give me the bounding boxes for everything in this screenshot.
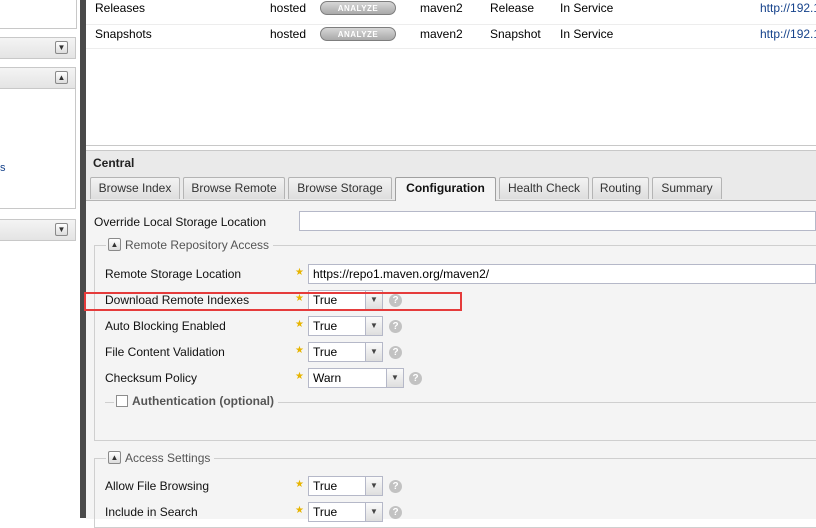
collapse-icon[interactable]: ▲ xyxy=(108,451,121,465)
remote-location-input[interactable] xyxy=(308,264,816,284)
repo-policy: Release xyxy=(490,1,535,15)
configuration-form: Override Local Storage Location ▲ Remote … xyxy=(86,201,816,528)
required-star-icon: ★ xyxy=(295,371,304,382)
repo-url[interactable]: http://192.1 xyxy=(760,26,816,42)
collapse-icon[interactable]: ▲ xyxy=(55,71,68,84)
tab-strip: Browse Index Browse Remote Browse Storag… xyxy=(86,177,816,201)
help-icon[interactable]: ? xyxy=(389,346,402,359)
include-search-value: True xyxy=(313,505,338,519)
expand-icon[interactable]: ▼ xyxy=(55,223,68,236)
chevron-down-icon[interactable]: ▼ xyxy=(365,477,382,495)
file-browsing-select[interactable]: True ▼ xyxy=(308,476,383,496)
chevron-down-icon[interactable]: ▼ xyxy=(386,369,403,387)
auto-blocking-select[interactable]: True ▼ xyxy=(308,316,383,336)
sidebar-panel-top xyxy=(0,0,77,29)
required-star-icon: ★ xyxy=(295,319,304,330)
required-star-icon: ★ xyxy=(295,267,304,278)
tab-browse-index[interactable]: Browse Index xyxy=(90,177,180,199)
repo-format: maven2 xyxy=(420,1,463,15)
access-settings-legend-text: Access Settings xyxy=(125,451,211,465)
repo-name: Releases xyxy=(95,1,146,15)
authentication-checkbox[interactable] xyxy=(116,394,128,407)
repo-type: hosted xyxy=(270,1,307,15)
sidebar-link[interactable]: s xyxy=(0,162,6,174)
sidebar-section-header-2[interactable]: ▲ xyxy=(0,67,76,89)
table-row[interactable]: Releases hosted ANALYZE maven2 Release I… xyxy=(86,0,816,25)
include-search-label: Include in Search xyxy=(105,505,198,519)
table-row[interactable]: Snapshots hosted ANALYZE maven2 Snapshot… xyxy=(86,24,816,49)
include-search-select[interactable]: True ▼ xyxy=(308,502,383,522)
remote-access-legend-text: Remote Repository Access xyxy=(125,238,270,252)
override-location-input[interactable] xyxy=(299,211,816,231)
remote-access-legend[interactable]: ▲ Remote Repository Access xyxy=(106,238,274,253)
tab-configuration[interactable]: Configuration xyxy=(395,177,496,201)
access-settings-legend[interactable]: ▲ Access Settings xyxy=(106,451,215,466)
tab-browse-remote[interactable]: Browse Remote xyxy=(183,177,285,199)
tab-summary[interactable]: Summary xyxy=(652,177,722,199)
help-icon[interactable]: ? xyxy=(389,506,402,519)
repo-status: In Service xyxy=(560,1,614,15)
chevron-down-icon[interactable]: ▼ xyxy=(365,343,382,361)
file-browsing-value: True xyxy=(313,479,338,493)
sidebar-section-header-3[interactable]: ▼ xyxy=(0,219,76,241)
repo-policy: Snapshot xyxy=(490,27,541,41)
repo-url[interactable]: http://192.1 xyxy=(760,0,816,16)
authentication-legend-text: Authentication (optional) xyxy=(132,394,274,408)
repo-name: Snapshots xyxy=(95,27,152,41)
file-validation-value: True xyxy=(313,345,338,359)
required-star-icon: ★ xyxy=(295,345,304,356)
help-icon[interactable]: ? xyxy=(389,320,402,333)
auto-blocking-value: True xyxy=(313,319,338,333)
sidebar-section-body xyxy=(0,89,76,209)
highlight-box xyxy=(84,292,462,311)
help-icon[interactable]: ? xyxy=(389,480,402,493)
tab-health-check[interactable]: Health Check xyxy=(499,177,589,199)
override-location-label: Override Local Storage Location xyxy=(94,215,267,229)
required-star-icon: ★ xyxy=(295,479,304,490)
help-icon[interactable]: ? xyxy=(409,372,422,385)
remote-location-label: Remote Storage Location xyxy=(105,267,242,281)
checksum-policy-value: Warn xyxy=(313,371,342,385)
analyze-button[interactable]: ANALYZE xyxy=(320,27,396,41)
chevron-down-icon[interactable]: ▼ xyxy=(365,317,382,335)
authentication-legend[interactable]: Authentication (optional) xyxy=(114,394,278,408)
chevron-down-icon[interactable]: ▼ xyxy=(365,503,382,521)
auto-blocking-label: Auto Blocking Enabled xyxy=(105,319,226,333)
panel-title: Central xyxy=(93,156,135,170)
repository-detail-panel: Central Browse Index Browse Remote Brows… xyxy=(86,150,816,528)
analyze-button[interactable]: ANALYZE xyxy=(320,1,396,15)
sidebar-section-header-1[interactable]: ▼ xyxy=(0,37,76,59)
file-validation-label: File Content Validation xyxy=(105,345,225,359)
repo-type: hosted xyxy=(270,27,307,41)
expand-icon[interactable]: ▼ xyxy=(55,41,68,54)
file-browsing-label: Allow File Browsing xyxy=(105,479,210,493)
repository-table: Releases hosted ANALYZE maven2 Release I… xyxy=(86,0,816,146)
tab-routing[interactable]: Routing xyxy=(592,177,649,199)
file-validation-select[interactable]: True ▼ xyxy=(308,342,383,362)
required-star-icon: ★ xyxy=(295,505,304,516)
collapse-icon[interactable]: ▲ xyxy=(108,238,121,252)
repo-format: maven2 xyxy=(420,27,463,41)
tab-browse-storage[interactable]: Browse Storage xyxy=(288,177,392,199)
checksum-policy-select[interactable]: Warn ▼ xyxy=(308,368,404,388)
repo-status: In Service xyxy=(560,27,614,41)
left-sidebar: ▼ ▲ s ▼ xyxy=(0,0,80,518)
checksum-policy-label: Checksum Policy xyxy=(105,371,198,385)
